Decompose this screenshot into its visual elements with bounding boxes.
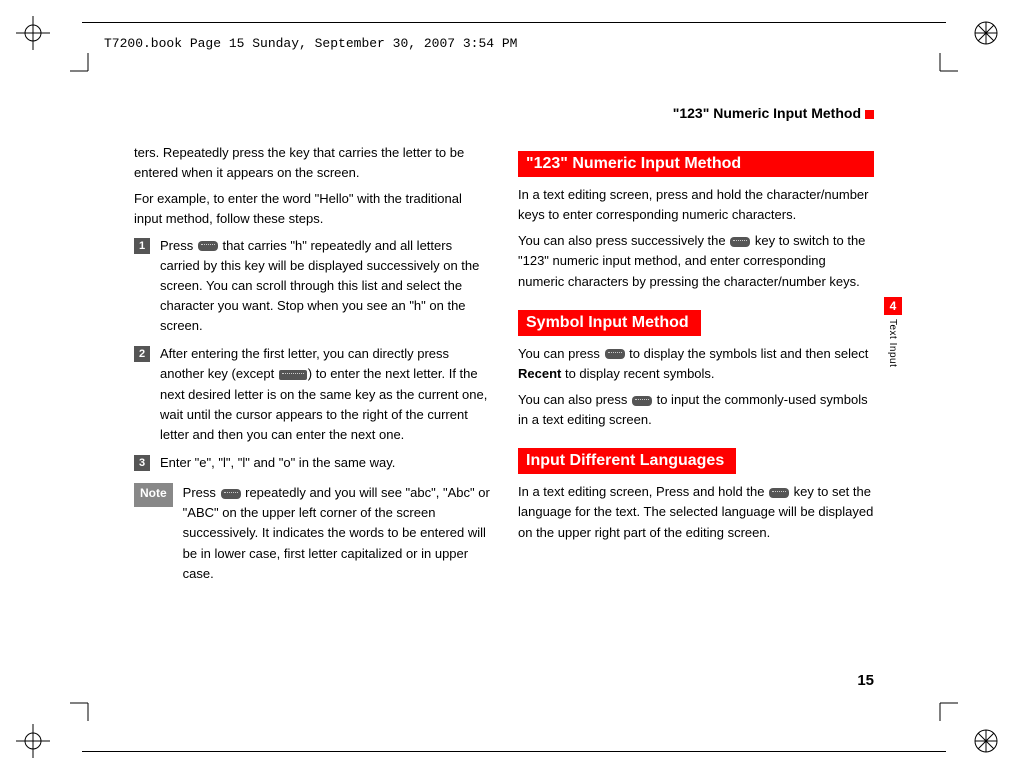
- key-icon: [769, 488, 789, 498]
- p-123-2: You can also press successively the key …: [518, 231, 874, 291]
- crop-corner-tr: [918, 53, 958, 93]
- step-number-3: 3: [134, 455, 150, 471]
- section-heading-languages: Input Different Languages: [518, 448, 736, 474]
- chapter-tab: 4: [884, 297, 902, 315]
- step-3: 3 Enter "e", "l", "l" and "o" in the sam…: [134, 453, 490, 473]
- p-symbol-2: You can also press to input the commonly…: [518, 390, 874, 430]
- p-lang-1: In a text editing screen, Press and hold…: [518, 482, 874, 542]
- chapter-tab-label: Text Input: [887, 319, 898, 367]
- bold-recent: Recent: [518, 366, 561, 381]
- intro-paragraph-2: For example, to enter the word "Hello" w…: [134, 189, 490, 229]
- step-1-text: Press that carries "h" repeatedly and al…: [160, 236, 490, 337]
- page-number: 15: [857, 672, 874, 689]
- note-block: Note Press repeatedly and you will see "…: [134, 483, 490, 584]
- p-symbol-1: You can press to display the symbols lis…: [518, 344, 874, 384]
- two-column-content: ters. Repeatedly press the key that carr…: [134, 143, 874, 685]
- crop-mark-bottom-right: [956, 702, 1016, 762]
- crop-mark-top-left: [12, 12, 72, 72]
- step-3-text: Enter "e", "l", "l" and "o" in the same …: [160, 453, 490, 473]
- running-head: "123" Numeric Input Method: [673, 105, 874, 121]
- note-text: Press repeatedly and you will see "abc",…: [183, 483, 490, 584]
- key-icon: [198, 241, 218, 251]
- crop-corner-br: [918, 681, 958, 721]
- key-icon: [730, 237, 750, 247]
- right-column: "123" Numeric Input Method In a text edi…: [518, 143, 874, 685]
- running-head-text: "123" Numeric Input Method: [673, 105, 861, 121]
- crop-corner-bl: [70, 681, 110, 721]
- p-123-1: In a text editing screen, press and hold…: [518, 185, 874, 225]
- step-1: 1 Press that carries "h" repeatedly and …: [134, 236, 490, 337]
- header-rule: [82, 22, 946, 23]
- section-heading-123: "123" Numeric Input Method: [518, 151, 874, 177]
- key-icon: [632, 396, 652, 406]
- step-number-2: 2: [134, 346, 150, 362]
- key-icon: [221, 489, 241, 499]
- step-2-text: After entering the first letter, you can…: [160, 344, 490, 445]
- intro-paragraph-1: ters. Repeatedly press the key that carr…: [134, 143, 490, 183]
- page-body: "123" Numeric Input Method 4 Text Input …: [134, 105, 874, 685]
- key-icon: [279, 370, 307, 380]
- note-badge: Note: [134, 483, 173, 507]
- step-2: 2 After entering the first letter, you c…: [134, 344, 490, 445]
- step-number-1: 1: [134, 238, 150, 254]
- footer-rule: [82, 751, 946, 752]
- doc-header: T7200.book Page 15 Sunday, September 30,…: [104, 36, 517, 51]
- crop-corner-tl: [70, 53, 110, 93]
- left-column: ters. Repeatedly press the key that carr…: [134, 143, 490, 685]
- crop-mark-bottom-left: [12, 702, 72, 762]
- key-icon: [605, 349, 625, 359]
- section-heading-symbol: Symbol Input Method: [518, 310, 701, 336]
- running-head-marker: [865, 110, 874, 119]
- crop-mark-top-right: [956, 12, 1016, 72]
